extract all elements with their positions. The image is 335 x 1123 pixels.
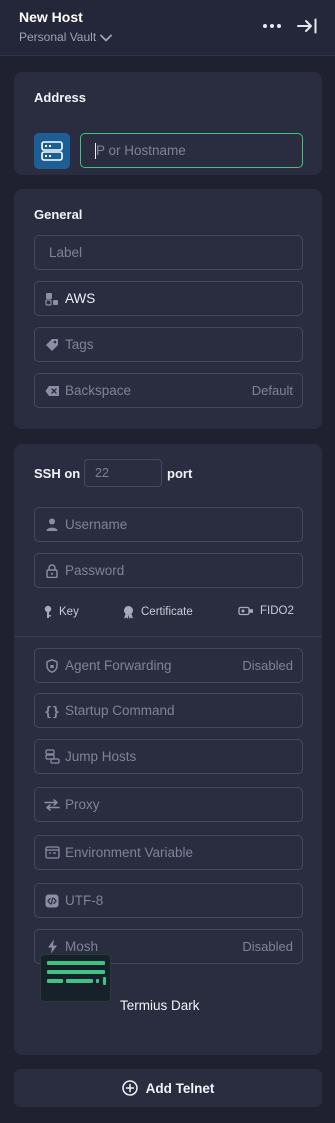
port-input[interactable]: 22 [84,459,162,487]
section-divider [14,636,322,637]
group-value: AWS [65,291,96,306]
auth-key-button[interactable]: Key [43,605,79,619]
general-title: General [34,207,83,222]
port-placeholder: 22 [95,466,109,480]
startup-command-input[interactable]: {} Startup Command [34,693,303,728]
environment-variable-input[interactable]: Environment Variable [34,835,303,870]
more-horizontal-icon[interactable] [262,16,282,36]
theme-preview-line [47,979,63,983]
lightning-icon [44,939,60,955]
auth-certificate-label: Certificate [141,606,193,618]
ssh-on-label: SSH on [34,466,81,481]
add-telnet-label: Add Telnet [145,1080,215,1096]
group-select[interactable]: AWS [34,281,303,316]
password-placeholder: Password [65,563,125,578]
add-telnet-button[interactable]: Add Telnet [14,1069,322,1107]
agent-forwarding-value: Disabled [242,658,293,673]
jump-hosts-label: Jump Hosts [65,749,137,764]
panel-header: New Host Personal Vault [0,0,335,56]
startup-command-label: Startup Command [65,703,175,718]
proxy-input[interactable]: Proxy [34,787,303,822]
theme-preview-line [96,979,99,983]
environment-variable-label: Environment Variable [65,845,194,860]
fido2-key-icon [238,606,253,616]
arrows-swap-icon [44,797,60,813]
theme-preview-line [47,970,105,974]
lock-icon [44,563,60,579]
collapse-panel-icon[interactable] [296,16,318,36]
auth-certificate-button[interactable]: Certificate [122,605,193,619]
charset-label: UTF-8 [65,893,104,908]
address-input[interactable]: P or Hostname [80,133,303,168]
backspace-select[interactable]: Backspace Default [34,373,303,408]
label-placeholder: Label [49,245,83,260]
tags-input[interactable]: Tags [34,327,303,362]
jump-hosts-icon [44,749,60,765]
shield-icon [44,658,60,674]
port-label: port [167,466,193,481]
password-input[interactable]: Password [34,553,303,588]
theme-preview-cursor [103,977,106,985]
server-icon [34,133,70,169]
address-placeholder: P or Hostname [96,143,186,158]
agent-forwarding-select[interactable]: Agent Forwarding Disabled [34,648,303,683]
mosh-value: Disabled [242,939,293,954]
address-card: Address P or Hostname [14,72,322,175]
svg-text:{}: {} [44,705,60,718]
backspace-value: Default [251,383,293,398]
theme-name[interactable]: Termius Dark [120,998,200,1013]
vault-name: Personal Vault [19,30,97,44]
vault-selector[interactable]: Personal Vault [19,30,113,44]
theme-preview-line [66,979,93,983]
general-card: General Label AWS Tags Backspace Default [14,189,322,429]
charset-input[interactable]: UTF-8 [34,883,303,918]
tags-placeholder: Tags [65,337,94,352]
code-icon [44,893,60,909]
username-placeholder: Username [65,517,128,532]
agent-forwarding-label: Agent Forwarding [65,658,172,673]
backspace-icon [44,383,60,399]
user-icon [44,517,60,533]
certificate-icon [124,606,133,619]
page-title: New Host [19,9,83,25]
jump-hosts-input[interactable]: Jump Hosts [34,739,303,774]
auth-fido2-label: FIDO2 [260,605,294,617]
auth-key-label: Key [59,606,79,618]
tag-icon [44,337,60,353]
mosh-label: Mosh [65,939,99,954]
group-icon [44,291,60,307]
braces-icon: {} [44,703,60,719]
chevron-down-icon [100,34,113,41]
key-icon [44,605,52,618]
proxy-label: Proxy [65,797,100,812]
terminal-theme-preview[interactable] [40,954,111,1002]
label-input[interactable]: Label [34,235,303,270]
auth-fido2-button[interactable]: FIDO2 [238,605,294,617]
terminal-window-icon [44,845,60,861]
address-title: Address [34,90,87,105]
username-input[interactable]: Username [34,507,303,542]
theme-preview-line [47,961,105,965]
backspace-label: Backspace [65,383,132,398]
plus-circle-icon [121,1080,138,1096]
